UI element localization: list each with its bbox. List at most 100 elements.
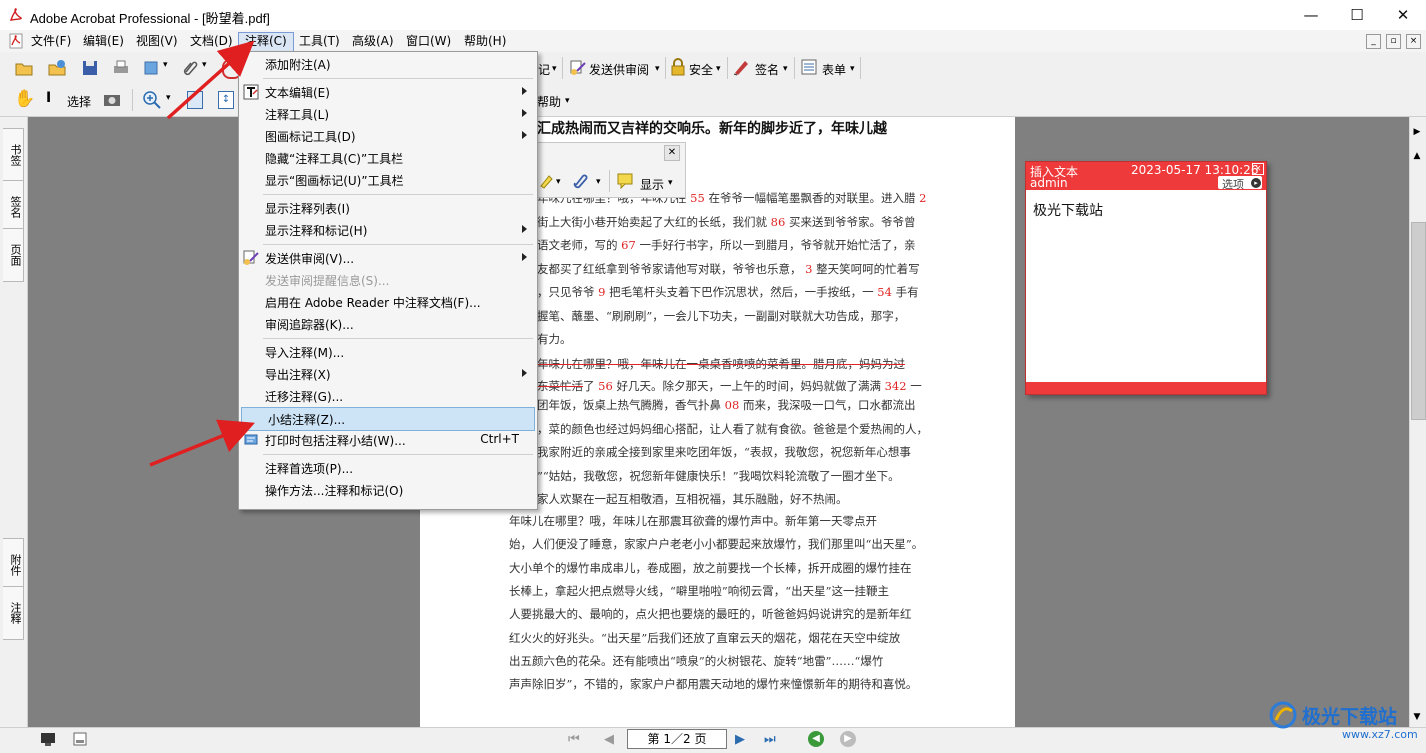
menu-item-label: 发送审阅提醒信息(S)... [265, 274, 390, 288]
zoom-in-icon[interactable] [142, 90, 162, 110]
forms-label[interactable]: 表单 [822, 61, 846, 78]
menu-view[interactable]: 视图(V) [130, 32, 184, 50]
menu-window[interactable]: 窗口(W) [400, 32, 457, 50]
vertical-scrollbar[interactable] [1409, 117, 1426, 727]
menu-item[interactable]: 显示注释和标记(H) [239, 219, 535, 241]
menu-item[interactable]: 操作方法...注释和标记(O) [239, 479, 535, 501]
bookmarks-tab[interactable]: 书签 [3, 128, 24, 182]
pdf-doc-icon[interactable] [8, 33, 24, 49]
comments-tab[interactable]: 注释 [3, 586, 24, 640]
menu-item[interactable]: 审阅追踪器(K)... [239, 313, 535, 335]
send-review-icon[interactable] [569, 59, 587, 77]
forms-dropdown-arrow[interactable]: ▾ [850, 64, 855, 74]
minimize-button[interactable]: — [1288, 0, 1334, 30]
menu-item[interactable]: 发送供审阅(V)... [239, 247, 535, 269]
forms-icon[interactable] [800, 58, 818, 76]
menu-advanced[interactable]: 高级(A) [346, 32, 400, 50]
select-tool-label[interactable]: 选择 [67, 93, 91, 110]
save-icon[interactable] [80, 58, 100, 78]
send-review-label[interactable]: 发送供审阅 [589, 61, 649, 78]
signatures-tab[interactable]: 签名 [3, 180, 24, 234]
red-number: 9 [594, 285, 610, 299]
sign-dropdown-arrow[interactable]: ▾ [783, 64, 788, 74]
scroll-right-arrow-icon[interactable]: ▶ [1410, 127, 1424, 139]
menu-item[interactable]: 注释工具(L) [239, 103, 535, 125]
sign-label[interactable]: 签名 [755, 61, 779, 78]
first-page-icon[interactable]: ⏮ [568, 732, 580, 747]
insert-text-note-popup[interactable]: 插入文本 2023-05-17 13:10:26 ✕ admin 选项 ▸ 极光… [1025, 161, 1267, 395]
actual-size-icon[interactable] [187, 91, 203, 109]
scrollbar-thumb[interactable] [1411, 222, 1426, 420]
close-button[interactable]: ✕ [1380, 0, 1426, 30]
menu-item[interactable]: 显示注释列表(I) [239, 197, 535, 219]
note-close-icon[interactable]: ✕ [1252, 163, 1264, 175]
page-number-field[interactable]: 第 1／2 页 [627, 729, 727, 749]
menu-item[interactable]: 导出注释(X) [239, 363, 535, 385]
send-review-dropdown-arrow[interactable]: ▾ [655, 64, 660, 74]
security-dropdown-arrow[interactable]: ▾ [716, 64, 721, 74]
open-folder-icon[interactable] [14, 58, 34, 78]
select-cursor-icon[interactable]: I [46, 90, 51, 106]
menu-edit[interactable]: 编辑(E) [77, 32, 130, 50]
previous-page-icon[interactable]: ◀ [604, 732, 614, 747]
go-forward-icon[interactable]: ▶ [840, 731, 856, 747]
menu-item[interactable]: 添加附注(A) [239, 53, 535, 75]
screen-mode-icon[interactable] [40, 731, 56, 747]
pages-tab[interactable]: 页面 [3, 228, 24, 282]
menu-comments[interactable]: 注释(C) [238, 32, 294, 52]
maximize-button[interactable]: ☐ [1334, 0, 1380, 30]
menu-item[interactable]: 启用在 Adobe Reader 中注释文档(F)... [239, 291, 535, 313]
menu-item[interactable]: 显示“图画标记(U)”工具栏 [239, 169, 535, 191]
attachments-tab[interactable]: 附件 [3, 538, 24, 592]
pages-icon[interactable] [141, 58, 161, 78]
menu-item[interactable]: 图画标记工具(D) [239, 125, 535, 147]
scroll-up-arrow-icon[interactable]: ▲ [1410, 151, 1424, 163]
print-icon[interactable] [111, 58, 131, 78]
page-setup-icon[interactable] [72, 731, 88, 747]
doc-restore-button[interactable]: ▫ [1386, 34, 1401, 49]
menu-tools[interactable]: 工具(T) [293, 32, 346, 50]
show-label[interactable]: 显示 [640, 176, 664, 193]
menu-item[interactable]: 打印时包括注释小结(W)... Ctrl+T [239, 429, 535, 451]
menu-item[interactable]: 注释首选项(P)... [239, 457, 535, 479]
help-dropdown-arrow[interactable]: ▾ [565, 96, 570, 106]
menu-item[interactable]: 导入注释(M)... [239, 341, 535, 363]
attach-note-dropdown-arrow[interactable]: ▾ [596, 177, 601, 187]
menu-file[interactable]: 文件(F) [25, 32, 77, 50]
help-label[interactable]: 帮助 [537, 93, 561, 110]
note-content[interactable]: 极光下载站 [1033, 200, 1103, 220]
float-toolbar-close-icon[interactable]: ✕ [664, 145, 680, 161]
next-page-icon[interactable]: ▶ [735, 732, 745, 747]
attach-dropdown-arrow[interactable]: ▾ [202, 60, 207, 70]
red-number: 67 [617, 238, 640, 252]
doc-close-button[interactable]: × [1406, 34, 1421, 49]
toolbar-truncated-label[interactable]: 记 [538, 61, 550, 78]
doc-minimize-button[interactable]: _ [1366, 34, 1381, 49]
create-pdf-icon[interactable] [47, 58, 67, 78]
last-page-icon[interactable]: ⏭ [764, 732, 776, 747]
attach-note-icon[interactable] [570, 172, 592, 190]
truncated-dropdown-arrow[interactable]: ▾ [552, 64, 557, 74]
menu-help[interactable]: 帮助(H) [458, 32, 512, 50]
highlighter-dropdown-arrow[interactable]: ▾ [556, 177, 561, 187]
fit-page-icon[interactable]: ↕ [218, 91, 234, 109]
scroll-down-arrow-icon[interactable]: ▼ [1410, 712, 1424, 724]
menu-document[interactable]: 文档(D) [184, 32, 239, 50]
security-label[interactable]: 安全 [689, 61, 713, 78]
pages-dropdown-arrow[interactable]: ▾ [163, 60, 168, 70]
show-dropdown-arrow[interactable]: ▾ [668, 178, 673, 188]
menu-item[interactable]: 小结注释(Z)... [241, 407, 535, 431]
menu-item[interactable]: 文本编辑(E) [239, 81, 535, 103]
menu-item-label: 审阅追踪器(K)... [265, 318, 354, 332]
zoom-dropdown-arrow[interactable]: ▾ [166, 93, 171, 103]
menu-item[interactable]: 迁移注释(G)... [239, 385, 535, 407]
menu-item[interactable]: 隐藏“注释工具(C)”工具栏 [239, 147, 535, 169]
go-back-icon[interactable]: ◀ [808, 731, 824, 747]
show-comments-icon[interactable] [616, 172, 636, 190]
lock-icon[interactable] [669, 58, 687, 76]
attach-paperclip-icon[interactable] [180, 58, 200, 78]
sign-pen-icon[interactable] [732, 58, 750, 76]
highlighter-icon[interactable] [538, 172, 556, 190]
snapshot-camera-icon[interactable] [102, 90, 122, 110]
hand-tool-icon[interactable]: ✋ [14, 90, 35, 108]
